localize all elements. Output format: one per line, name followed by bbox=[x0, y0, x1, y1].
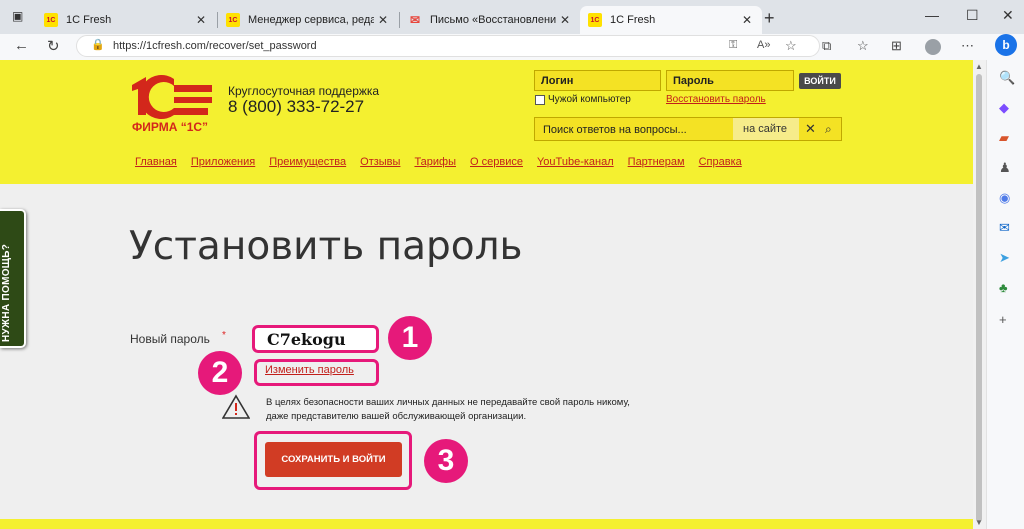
copilot-icon[interactable]: ◉ bbox=[999, 190, 1010, 206]
security-warning-text: В целях безопасности ваших личных данных… bbox=[266, 397, 630, 422]
logo-text: ФИРМА “1С” bbox=[132, 120, 209, 134]
help-tab-label: НУЖНА ПОМОЩЬ? bbox=[1, 243, 12, 342]
new-password-field[interactable]: C7ekogu bbox=[252, 325, 379, 353]
new-password-label: Новый пароль bbox=[130, 332, 210, 346]
browser-tab-4-active[interactable]: 1C 1C Fresh ✕ bbox=[580, 6, 762, 34]
search-icon[interactable]: ⌕ bbox=[825, 122, 832, 137]
favorite-star-icon[interactable]: ☆ bbox=[785, 38, 797, 54]
bing-icon[interactable]: b bbox=[995, 34, 1017, 56]
minimize-button[interactable]: — bbox=[925, 7, 939, 23]
required-mark: * bbox=[222, 330, 226, 341]
site-search: Поиск ответов на вопросы... на сайте ✕ ⌕ bbox=[534, 117, 842, 141]
foreign-computer-checkbox[interactable] bbox=[535, 95, 545, 105]
login-input[interactable]: Логин bbox=[534, 70, 661, 91]
tree-icon[interactable]: ♣ bbox=[999, 280, 1008, 295]
search-scope-select[interactable]: на сайте bbox=[733, 118, 799, 140]
more-menu-icon[interactable]: ⋯ bbox=[961, 38, 974, 54]
search-icon[interactable]: 🔍 bbox=[999, 70, 1015, 86]
address-bar-row: ← ↻ 🔒 https://1cfresh.com/recover/set_pa… bbox=[0, 34, 1024, 60]
add-icon[interactable]: + bbox=[999, 312, 1007, 327]
login-button[interactable]: ВОЙТИ bbox=[799, 73, 841, 89]
support-label: Круглосуточная поддержка bbox=[228, 84, 380, 98]
menu-item-about[interactable]: О сервисе bbox=[470, 156, 523, 168]
edge-sidebar: b 🔍 ◆ ▰ ♟ ◉ ✉ ➤ ♣ + bbox=[986, 34, 1024, 529]
clear-icon[interactable]: ✕ bbox=[805, 121, 816, 137]
restore-password-link[interactable]: Восстановить пароль bbox=[666, 94, 766, 105]
change-password-link[interactable]: Изменить пароль bbox=[265, 364, 354, 376]
url-box[interactable]: 🔒 https://1cfresh.com/recover/set_passwo… bbox=[76, 35, 820, 57]
scroll-down-icon[interactable]: ▼ bbox=[975, 518, 983, 527]
browser-tab-1[interactable]: 1C 1C Fresh ✕ bbox=[36, 6, 216, 34]
lock-icon[interactable]: 🔒 bbox=[91, 38, 105, 51]
tab-actions-icon[interactable]: ▣ bbox=[12, 9, 23, 23]
page-title: Установить пароль bbox=[129, 224, 523, 269]
support-phone[interactable]: 8 (800) 333-72-27 bbox=[228, 97, 364, 117]
close-tab-icon[interactable]: ✕ bbox=[374, 13, 392, 27]
save-and-login-button[interactable]: СОХРАНИТЬ И ВОЙТИ bbox=[265, 442, 402, 477]
browser-tab-3[interactable]: ✉ Письмо «Восстановление паро ✕ bbox=[400, 6, 580, 34]
help-tab[interactable]: НУЖНА ПОМОЩЬ? bbox=[0, 209, 26, 348]
main-menu: Главная Приложения Преимущества Отзывы Т… bbox=[135, 156, 742, 168]
menu-item-apps[interactable]: Приложения bbox=[191, 156, 255, 168]
favorites-icon[interactable]: ☆ bbox=[857, 38, 869, 54]
menu-item-advantages[interactable]: Преимущества bbox=[269, 156, 346, 168]
read-aloud-icon[interactable]: A» bbox=[757, 39, 770, 51]
menu-item-partners[interactable]: Партнерам bbox=[628, 156, 685, 168]
collections-icon[interactable]: ⊞ bbox=[891, 38, 902, 54]
extensions-icon[interactable]: ⧉ bbox=[822, 38, 831, 54]
tag-icon[interactable]: ◆ bbox=[999, 100, 1009, 116]
page-scrollbar[interactable]: ▲ ▼ bbox=[973, 60, 986, 529]
1c-logo-icon: 1C bbox=[588, 13, 602, 27]
back-icon[interactable]: ← bbox=[14, 37, 29, 54]
step-badge-2: 2 bbox=[198, 351, 242, 395]
key-icon[interactable]: ⚿ bbox=[729, 39, 737, 52]
step-badge-3: 3 bbox=[424, 439, 468, 483]
close-window-button[interactable]: ✕ bbox=[1002, 7, 1014, 24]
mail-icon: ✉ bbox=[409, 13, 421, 27]
scroll-up-icon[interactable]: ▲ bbox=[975, 62, 983, 71]
close-tab-icon[interactable]: ✕ bbox=[192, 13, 210, 27]
browser-tab-bar: ▣ 1C 1C Fresh ✕ 1C Менеджер сервиса, ред… bbox=[0, 0, 1024, 34]
close-tab-icon[interactable]: ✕ bbox=[556, 13, 574, 27]
close-tab-icon[interactable]: ✕ bbox=[738, 13, 756, 27]
footer-strip bbox=[0, 519, 973, 529]
url-text[interactable]: https://1cfresh.com/recover/set_password bbox=[113, 40, 317, 52]
scroll-thumb[interactable] bbox=[976, 74, 982, 522]
password-input-header[interactable]: Пароль bbox=[666, 70, 794, 91]
step-badge-1: 1 bbox=[388, 316, 432, 360]
menu-item-reviews[interactable]: Отзывы bbox=[360, 156, 400, 168]
foreign-computer-label: Чужой компьютер bbox=[548, 94, 631, 105]
tab-title: Письмо «Восстановление паро bbox=[430, 14, 556, 26]
new-tab-button[interactable]: + bbox=[764, 8, 775, 29]
games-icon[interactable]: ♟ bbox=[999, 160, 1011, 176]
menu-item-youtube[interactable]: YouTube-канал bbox=[537, 156, 614, 168]
outlook-icon[interactable]: ✉ bbox=[999, 220, 1010, 236]
search-input[interactable]: Поиск ответов на вопросы... bbox=[543, 124, 687, 136]
profile-avatar[interactable] bbox=[925, 39, 941, 55]
refresh-icon[interactable]: ↻ bbox=[47, 37, 60, 55]
1c-logo-icon: 1C bbox=[44, 13, 58, 27]
tab-title: 1C Fresh bbox=[66, 14, 112, 26]
maximize-button[interactable]: ☐ bbox=[966, 7, 979, 24]
menu-item-help[interactable]: Справка bbox=[699, 156, 742, 168]
browser-tab-2[interactable]: 1C Менеджер сервиса, редакция 1 ✕ bbox=[218, 6, 398, 34]
menu-item-tariffs[interactable]: Тарифы bbox=[414, 156, 456, 168]
send-icon[interactable]: ➤ bbox=[999, 250, 1010, 266]
tab-title: 1C Fresh bbox=[610, 14, 656, 26]
toolbox-icon[interactable]: ▰ bbox=[999, 130, 1009, 146]
1c-logo-icon: 1C bbox=[226, 13, 240, 27]
warning-icon bbox=[222, 394, 250, 419]
menu-item-home[interactable]: Главная bbox=[135, 156, 177, 168]
tab-title: Менеджер сервиса, редакция 1 bbox=[248, 14, 374, 26]
